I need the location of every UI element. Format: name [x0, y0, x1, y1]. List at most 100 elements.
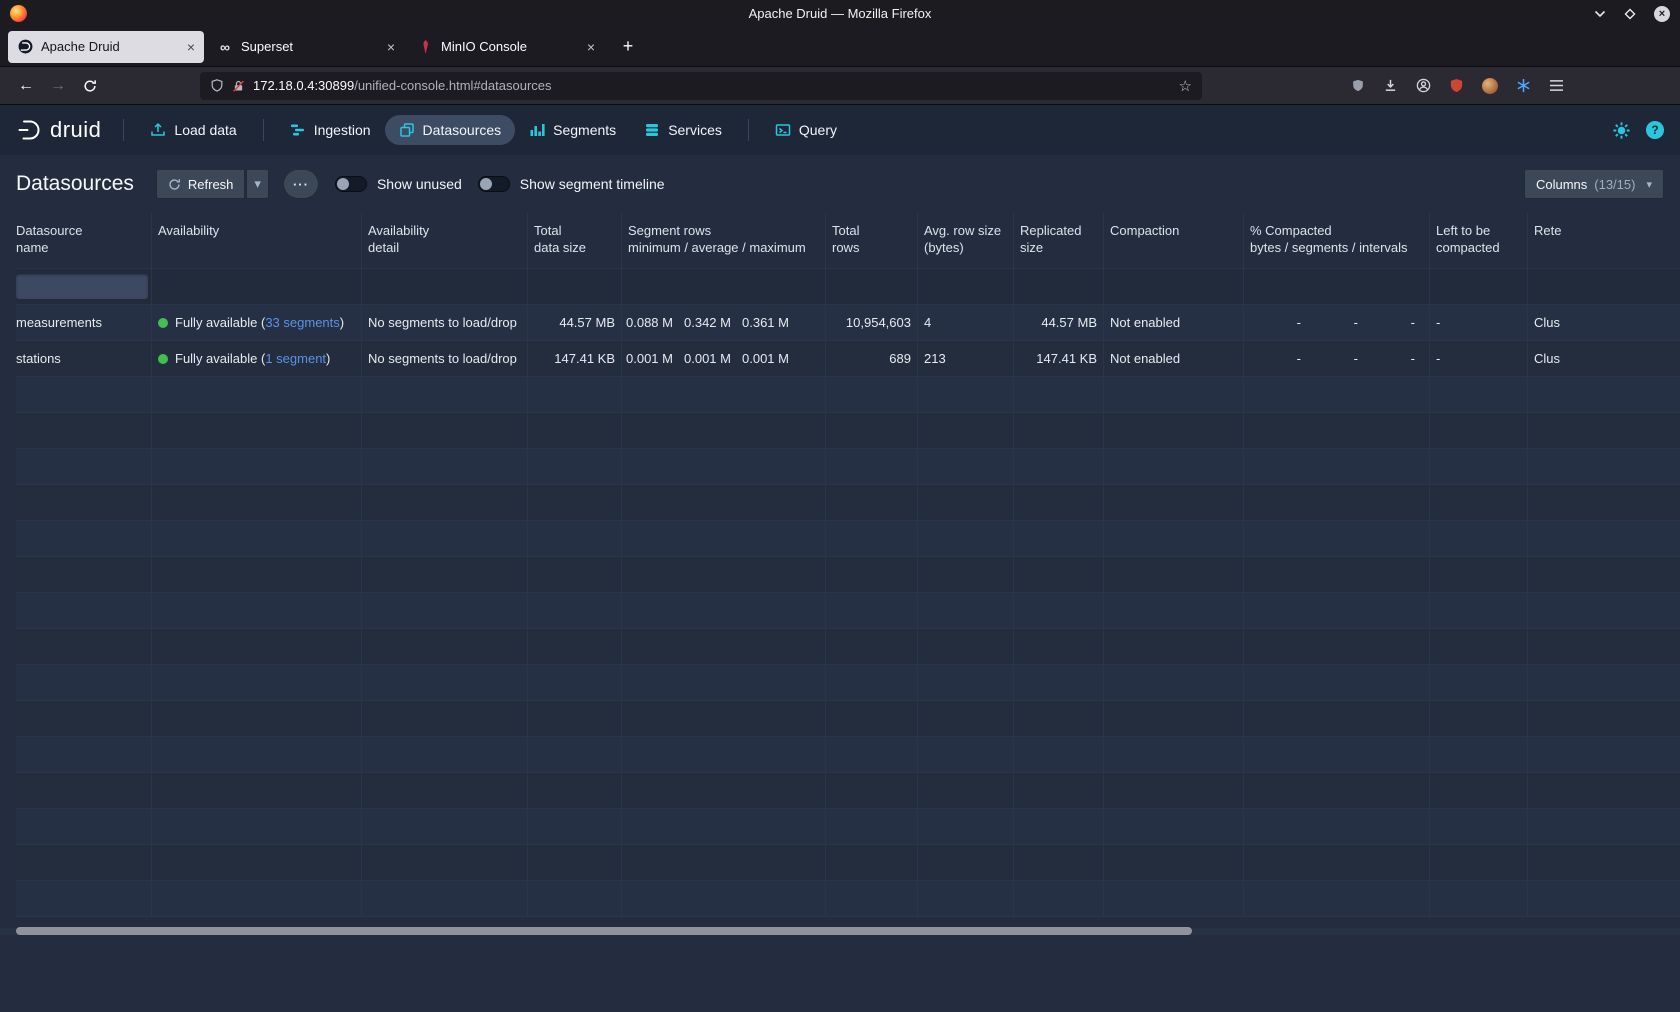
cell-segment-rows: 0.088 M 0.342 M 0.361 M [622, 305, 826, 341]
window-maximize-icon[interactable] [1624, 8, 1636, 20]
cell-availability: Fully available (33 segments) [152, 305, 362, 341]
tab-minio-console[interactable]: MinIO Console × [408, 31, 604, 63]
toggle-switch [335, 176, 367, 192]
cell-replicated-size: 44.57 MB [1014, 305, 1104, 341]
column-header-avg-row-size[interactable]: Avg. row size(bytes) [918, 213, 1014, 269]
ingestion-icon [290, 122, 306, 138]
segments-icon [529, 122, 545, 138]
datasources-page: Datasources Refresh ▾ ··· Show unused Sh… [0, 155, 1680, 1012]
snowflake-extension-icon[interactable] [1516, 78, 1531, 93]
cell-pct-compacted: - - - [1244, 341, 1430, 377]
column-header-availability[interactable]: Availability [152, 213, 362, 269]
refresh-button[interactable]: Refresh [156, 169, 246, 199]
tab-superset[interactable]: ∞ Superset × [208, 31, 404, 63]
window-titlebar: Apache Druid — Mozilla Firefox × [0, 0, 1680, 27]
page-toolbar: Datasources Refresh ▾ ··· Show unused Sh… [0, 155, 1680, 213]
column-header-datasource-name[interactable]: Datasourcename [16, 213, 152, 269]
tab-apache-druid[interactable]: Apache Druid × [8, 31, 204, 63]
empty-table-row [16, 449, 1680, 485]
help-icon[interactable]: ? [1646, 121, 1664, 139]
tab-close-icon[interactable]: × [587, 39, 595, 55]
tracking-protection-shield-icon[interactable] [210, 78, 224, 93]
forward-button[interactable]: → [42, 72, 74, 100]
tab-close-icon[interactable]: × [187, 39, 195, 55]
tab-label: Apache Druid [41, 39, 179, 54]
divider [263, 119, 264, 141]
table-row-stations[interactable]: stations Fully available (1 segment) No … [16, 341, 1680, 377]
column-header-retention[interactable]: Rete [1528, 213, 1680, 269]
url-bar[interactable]: 172.18.0.4:30899/unified-console.html#da… [200, 72, 1202, 100]
refresh-dropdown-button[interactable]: ▾ [246, 169, 269, 199]
chevron-down-icon: ▾ [1646, 178, 1652, 191]
columns-button[interactable]: Columns (13/15) ▾ [1524, 169, 1664, 199]
druid-logo-text: druid [50, 117, 101, 143]
reload-button[interactable] [74, 72, 106, 100]
insecure-lock-icon[interactable] [232, 79, 245, 93]
column-header-availability-detail[interactable]: Availabilitydetail [362, 213, 528, 269]
nav-load-data[interactable]: Load data [136, 115, 250, 145]
toolbar-extension-icons [1351, 78, 1564, 94]
empty-table-row [16, 773, 1680, 809]
table-row-measurements[interactable]: measurements Fully available (33 segment… [16, 305, 1680, 341]
header-right-icons: ? [1612, 121, 1664, 140]
column-header-left-to-compact[interactable]: Left to becompacted [1430, 213, 1528, 269]
window-close-icon[interactable]: × [1654, 6, 1670, 22]
window-controls: × [1594, 6, 1670, 22]
cell-datasource-name: measurements [16, 305, 152, 341]
cell-pct-compacted: - - - [1244, 305, 1430, 341]
show-segment-timeline-toggle[interactable]: Show segment timeline [478, 176, 665, 192]
empty-table-row [16, 881, 1680, 917]
empty-table-row [16, 521, 1680, 557]
cell-retention: Clus [1528, 305, 1680, 341]
cell-datasource-name: stations [16, 341, 152, 377]
nav-segments[interactable]: Segments [515, 115, 630, 145]
empty-table-row [16, 593, 1680, 629]
back-button[interactable]: ← [10, 72, 42, 100]
empty-table-row [16, 809, 1680, 845]
tab-label: Superset [241, 39, 379, 54]
account-icon[interactable] [1416, 78, 1431, 93]
show-unused-toggle[interactable]: Show unused [335, 176, 462, 192]
datasource-name-filter-input[interactable] [16, 274, 148, 299]
new-tab-button[interactable]: + [614, 33, 642, 61]
column-header-total-rows[interactable]: Totalrows [826, 213, 918, 269]
column-header-segment-rows[interactable]: Segment rowsminimum / average / maximum [622, 213, 826, 269]
scrollbar-thumb[interactable] [16, 927, 1192, 935]
druid-logo[interactable]: druid [16, 117, 101, 143]
settings-gear-icon[interactable] [1612, 121, 1631, 140]
bookmark-star-icon[interactable]: ☆ [1179, 77, 1192, 95]
segments-link[interactable]: 1 segment [265, 351, 326, 366]
column-header-total-data-size[interactable]: Totaldata size [528, 213, 622, 269]
nav-services[interactable]: Services [630, 115, 736, 145]
cell-total-data-size: 147.41 KB [528, 341, 622, 377]
services-icon [644, 122, 660, 138]
cell-avg-row-size: 213 [918, 341, 1014, 377]
nav-query[interactable]: Query [761, 115, 851, 145]
availability-status-dot-icon [158, 354, 168, 364]
cell-avg-row-size: 4 [918, 305, 1014, 341]
cell-availability-detail: No segments to load/drop [362, 305, 528, 341]
cell-total-rows: 10,954,603 [826, 305, 918, 341]
nav-ingestion[interactable]: Ingestion [276, 115, 385, 145]
cell-compaction: Not enabled [1104, 305, 1244, 341]
column-header-compaction[interactable]: Compaction [1104, 213, 1244, 269]
column-header-replicated-size[interactable]: Replicatedsize [1014, 213, 1104, 269]
segments-link[interactable]: 33 segments [265, 315, 339, 330]
nav-datasources[interactable]: Datasources [385, 115, 516, 145]
more-button[interactable]: ··· [283, 169, 319, 199]
ublock-shield-icon[interactable] [1449, 78, 1464, 93]
window-minimize-icon[interactable] [1594, 10, 1606, 18]
downloads-icon[interactable] [1383, 78, 1398, 93]
cell-replicated-size: 147.41 KB [1014, 341, 1104, 377]
datasources-table: Datasourcename Availability Availability… [16, 213, 1680, 917]
empty-table-row [16, 737, 1680, 773]
column-header-pct-compacted[interactable]: % Compactedbytes / segments / intervals [1244, 213, 1430, 269]
cell-segment-rows: 0.001 M 0.001 M 0.001 M [622, 341, 826, 377]
avatar-extension-icon[interactable] [1482, 78, 1498, 94]
cell-total-data-size: 44.57 MB [528, 305, 622, 341]
query-icon [775, 122, 791, 138]
extension-shield-icon[interactable] [1351, 78, 1365, 93]
cell-retention: Clus [1528, 341, 1680, 377]
tab-close-icon[interactable]: × [387, 39, 395, 55]
menu-hamburger-icon[interactable] [1549, 79, 1564, 92]
